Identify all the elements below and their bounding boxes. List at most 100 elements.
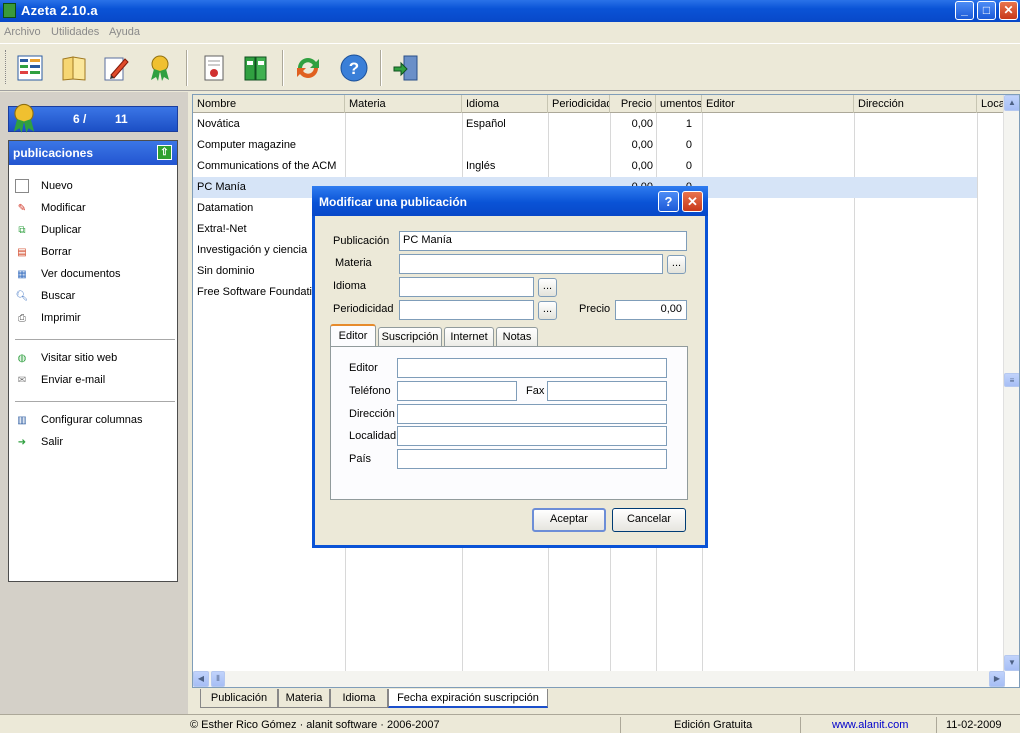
column-header-editor[interactable]: Editor bbox=[702, 95, 854, 113]
tab-suscripcion[interactable]: Suscripción bbox=[378, 327, 442, 347]
tab-fecha-expiracion[interactable]: Fecha expiración suscripción bbox=[388, 689, 548, 708]
telefono-field[interactable] bbox=[397, 381, 517, 401]
scroll-down-icon[interactable]: ▼ bbox=[1004, 655, 1019, 671]
binders-icon bbox=[244, 56, 267, 81]
horizontal-scrollbar[interactable]: ◀ ⦀ ▶ bbox=[193, 671, 1005, 687]
edit-button[interactable] bbox=[98, 50, 134, 86]
localidad-field[interactable] bbox=[397, 426, 667, 446]
minimize-button[interactable]: _ bbox=[955, 1, 974, 20]
help-button[interactable]: ? bbox=[336, 50, 372, 86]
column-header-precio[interactable]: Precio bbox=[610, 95, 656, 113]
table-row[interactable]: Computer magazine 0,00 0 bbox=[193, 135, 977, 156]
cell-nombre: Novática bbox=[197, 118, 240, 130]
task-enviar-email[interactable]: ✉ Enviar e-mail bbox=[15, 371, 105, 389]
list-view-button[interactable] bbox=[12, 50, 48, 86]
menu-ayuda[interactable]: Ayuda bbox=[109, 26, 140, 38]
cell-documentos: 1 bbox=[685, 118, 692, 130]
task-duplicar[interactable]: ⧉ Duplicar bbox=[15, 221, 81, 239]
tab-internet[interactable]: Internet bbox=[444, 327, 494, 347]
task-nuevo[interactable]: Nuevo bbox=[15, 177, 73, 195]
tab-materia[interactable]: Materia bbox=[278, 689, 330, 708]
tab-publicacion[interactable]: Publicación bbox=[200, 689, 278, 708]
tab-notas[interactable]: Notas bbox=[496, 327, 538, 347]
printer-icon: ⎙ bbox=[18, 312, 26, 324]
edit-pencil-icon bbox=[104, 57, 129, 81]
date-text: 11-02-2009 bbox=[946, 719, 1002, 731]
collapse-up-icon[interactable]: ⇧ bbox=[157, 145, 172, 160]
menu-utilidades[interactable]: Utilidades bbox=[51, 26, 99, 38]
publicacion-field[interactable]: PC Manía bbox=[399, 231, 687, 251]
exit-door-icon: ➜ bbox=[17, 436, 27, 448]
scroll-thumb[interactable]: ⦀ bbox=[211, 671, 225, 687]
label-publicacion: Publicación bbox=[333, 235, 390, 247]
task-imprimir[interactable]: ⎙ Imprimir bbox=[15, 309, 81, 327]
dialog-title: Modificar una publicación bbox=[319, 195, 468, 209]
dialog-close-button[interactable]: ✕ bbox=[682, 191, 703, 212]
cell-nombre: Communications of the ACM bbox=[197, 160, 337, 172]
task-configurar-columnas[interactable]: ▥ Configurar columnas bbox=[15, 411, 142, 429]
scroll-right-icon[interactable]: ▶ bbox=[989, 671, 1005, 687]
refresh-button[interactable] bbox=[290, 50, 326, 86]
table-row[interactable]: Novática Español 0,00 1 bbox=[193, 114, 977, 135]
column-header-materia[interactable]: Materia bbox=[345, 95, 462, 113]
table-row[interactable]: Communications of the ACM Inglés 0,00 0 bbox=[193, 156, 977, 177]
pais-field[interactable] bbox=[397, 449, 667, 469]
task-buscar[interactable]: 🔍︎ Buscar bbox=[15, 287, 76, 305]
website-link[interactable]: www.alanit.com bbox=[832, 719, 908, 731]
edition-text: Edición Gratuita bbox=[674, 719, 753, 731]
dialog-titlebar: Modificar una publicación ? ✕ bbox=[312, 186, 708, 216]
book-button[interactable] bbox=[56, 50, 92, 86]
tab-editor[interactable]: Editor bbox=[330, 324, 376, 348]
cell-idioma: Inglés bbox=[466, 160, 496, 172]
label-localidad: Localidad bbox=[349, 430, 397, 442]
idioma-field[interactable] bbox=[399, 277, 534, 297]
materia-browse-button[interactable]: ... bbox=[667, 255, 686, 274]
scroll-left-icon[interactable]: ◀ bbox=[193, 671, 209, 687]
materia-field[interactable] bbox=[399, 254, 663, 274]
column-header-nombre[interactable]: Nombre bbox=[193, 95, 345, 113]
rosette-award-icon bbox=[151, 55, 169, 81]
label-materia: Materia bbox=[335, 257, 372, 269]
book-icon bbox=[62, 56, 86, 81]
task-salir[interactable]: ➜ Salir bbox=[15, 433, 63, 451]
maximize-button[interactable]: □ bbox=[977, 1, 996, 20]
record-counter: 6 / 11 bbox=[8, 103, 178, 133]
precio-field[interactable]: 0,00 bbox=[615, 300, 687, 320]
column-header-periodicidad[interactable]: Periodicidad bbox=[548, 95, 610, 113]
task-borrar[interactable]: ▤ Borrar bbox=[15, 243, 71, 261]
column-header-localidad[interactable]: Loca bbox=[977, 95, 1005, 113]
editor-field[interactable] bbox=[397, 358, 667, 378]
scroll-thumb[interactable]: ≡ bbox=[1004, 373, 1019, 387]
menu-archivo[interactable]: Archivo bbox=[4, 26, 41, 38]
cell-documentos: 0 bbox=[685, 160, 692, 172]
grid-header: Nombre Materia Idioma Periodicidad Preci… bbox=[193, 95, 1019, 113]
periodicidad-field[interactable] bbox=[399, 300, 534, 320]
aceptar-button[interactable]: Aceptar bbox=[532, 508, 606, 532]
vertical-scrollbar[interactable]: ▲ ≡ ▼ bbox=[1003, 95, 1019, 671]
direccion-field[interactable] bbox=[397, 404, 667, 424]
close-button[interactable]: ✕ bbox=[999, 1, 1018, 20]
idioma-browse-button[interactable]: ... bbox=[538, 278, 557, 297]
scroll-up-icon[interactable]: ▲ bbox=[1004, 95, 1019, 111]
column-header-direccion[interactable]: Dirección bbox=[854, 95, 977, 113]
column-header-idioma[interactable]: Idioma bbox=[462, 95, 548, 113]
window-title: Azeta 2.10.a bbox=[21, 3, 98, 18]
award-button[interactable] bbox=[142, 50, 178, 86]
fax-field[interactable] bbox=[547, 381, 667, 401]
binders-button[interactable] bbox=[238, 50, 274, 86]
task-visitar-sitio-web[interactable]: ◍ Visitar sitio web bbox=[15, 349, 118, 367]
periodicidad-browse-button[interactable]: ... bbox=[538, 301, 557, 320]
help-icon[interactable]: ? bbox=[658, 191, 679, 212]
column-header-documentos[interactable]: umentos bbox=[656, 95, 702, 113]
tab-idioma[interactable]: Idioma bbox=[330, 689, 388, 708]
toolbar-separator bbox=[186, 50, 188, 86]
toolbar-separator bbox=[380, 50, 382, 86]
index-tabs: Publicación Materia Idioma Fecha expirac… bbox=[192, 689, 1020, 709]
cancelar-button[interactable]: Cancelar bbox=[612, 508, 686, 532]
exit-button[interactable] bbox=[388, 50, 424, 86]
toolbar-grip bbox=[5, 50, 8, 84]
task-modificar[interactable]: ✎ Modificar bbox=[15, 199, 86, 217]
task-ver-documentos[interactable]: ▦ Ver documentos bbox=[15, 265, 120, 283]
certificate-button[interactable] bbox=[196, 50, 232, 86]
record-current: 6 / bbox=[73, 112, 87, 126]
